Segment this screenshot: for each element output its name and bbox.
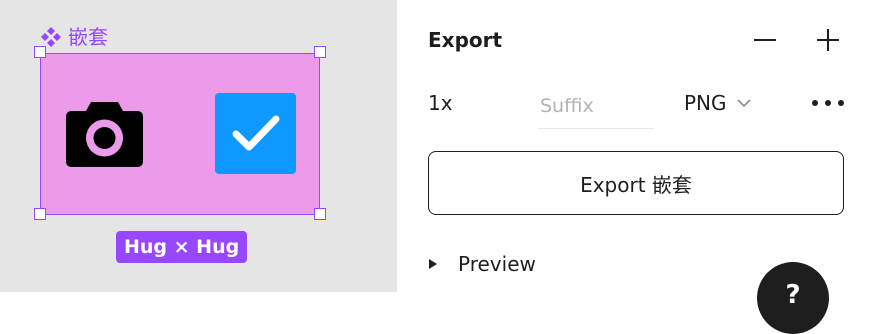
more-options-button[interactable] bbox=[811, 89, 845, 117]
component-name-label[interactable]: 嵌套 bbox=[40, 24, 108, 50]
minus-icon bbox=[754, 39, 776, 41]
add-export-button[interactable] bbox=[814, 26, 842, 54]
resize-handle-top-right[interactable] bbox=[314, 46, 326, 58]
checkbox-checked-icon[interactable] bbox=[215, 93, 296, 174]
format-value: PNG bbox=[684, 91, 727, 115]
scale-select[interactable]: 1x bbox=[428, 89, 453, 117]
chevron-down-icon bbox=[736, 99, 751, 108]
panel-title: Export bbox=[428, 28, 503, 52]
component-diamond-icon bbox=[40, 26, 62, 48]
design-canvas[interactable]: 嵌套 Hug × Hug bbox=[0, 0, 397, 292]
camera-icon[interactable] bbox=[66, 100, 143, 167]
caret-right-icon bbox=[429, 259, 437, 269]
export-panel: Export 1x PNG Export 嵌套 Preview ? bbox=[397, 0, 870, 334]
more-horizontal-icon bbox=[812, 100, 844, 106]
export-button[interactable]: Export 嵌套 bbox=[428, 151, 844, 215]
preview-toggle[interactable]: Preview bbox=[428, 250, 536, 278]
help-icon: ? bbox=[785, 280, 801, 310]
remove-export-button[interactable] bbox=[751, 26, 779, 54]
help-button[interactable]: ? bbox=[757, 262, 829, 334]
resize-handle-bottom-right[interactable] bbox=[314, 208, 326, 220]
component-name-text: 嵌套 bbox=[68, 25, 108, 49]
plus-icon bbox=[817, 29, 839, 51]
preview-label: Preview bbox=[458, 252, 536, 276]
resize-handle-top-left[interactable] bbox=[34, 46, 46, 58]
suffix-input[interactable] bbox=[538, 84, 654, 129]
format-select[interactable]: PNG bbox=[684, 89, 751, 117]
resize-handle-bottom-left[interactable] bbox=[34, 208, 46, 220]
sizing-badge: Hug × Hug bbox=[116, 231, 248, 263]
